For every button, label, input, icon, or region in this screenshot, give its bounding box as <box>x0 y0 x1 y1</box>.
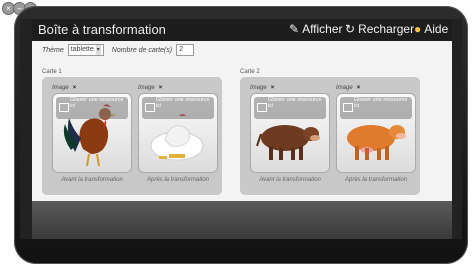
cards-count-input[interactable]: 2 <box>176 44 195 56</box>
drop-hint: Glisser une ressource ici <box>142 97 214 119</box>
drop-hint-text: Glisser une ressource ici <box>268 97 322 109</box>
frame-right <box>452 19 462 239</box>
slot-label: Image <box>138 85 155 91</box>
drop-hint: Glisser une ressource ici <box>340 97 412 119</box>
chevron-down-icon: ▾ <box>95 45 101 55</box>
frame-left <box>20 19 32 239</box>
window-title: Boîte à transformation <box>38 22 166 37</box>
slot-label: Image <box>336 85 353 91</box>
card-1-before-slot: Image × Glisser une ressource ici Avant … <box>52 85 132 183</box>
theme-value: tablette <box>70 46 94 53</box>
reload-button[interactable]: ↻ Recharger <box>345 22 414 36</box>
folder-icon <box>257 103 267 112</box>
slot-header: Image × <box>138 85 218 91</box>
main-panel: Thème tablette ▾ Nombre de carte(s) 2 Ca… <box>32 41 452 201</box>
card-2-title: Carte 2 <box>240 69 260 75</box>
image-dropzone[interactable]: Glisser une ressource ici <box>250 93 330 173</box>
slot-header: Image × <box>336 85 416 91</box>
reload-icon: ↻ <box>345 22 356 36</box>
slot-caption: Avant la transformation <box>61 177 123 183</box>
slot-label: Image <box>250 85 267 91</box>
theme-select[interactable]: tablette ▾ <box>67 44 104 56</box>
slot-header: Image × <box>250 85 330 91</box>
drop-hint-text: Glisser une ressource ici <box>156 97 210 109</box>
slot-header: Image × <box>52 85 132 91</box>
slot-caption: Avant la transformation <box>259 177 321 183</box>
card-2-before-slot: Image × Glisser une ressource ici Avant … <box>250 85 330 183</box>
show-button[interactable]: ✎ Afficher <box>289 22 343 36</box>
folder-icon <box>145 103 155 112</box>
drop-hint-text: Glisser une ressource ici <box>70 97 124 109</box>
folder-icon <box>59 103 69 112</box>
bottom-bar <box>32 201 452 239</box>
image-dropzone[interactable]: Glisser une ressource ici <box>336 93 416 173</box>
remove-image-icon[interactable]: × <box>73 85 77 91</box>
help-label: Aide <box>424 22 449 36</box>
slot-caption: Après la transformation <box>344 177 408 183</box>
help-button[interactable]: ● Aide <box>414 22 448 36</box>
reload-label: Recharger <box>358 22 415 36</box>
cards-count-label: Nombre de carte(s) <box>111 46 173 54</box>
theme-label: Thème <box>42 46 64 54</box>
drop-hint-text: Glisser une ressource ici <box>354 97 408 109</box>
image-dropzone[interactable]: Glisser une ressource ici <box>138 93 218 173</box>
lightbulb-icon: ● <box>414 22 422 36</box>
card-1: Image × Glisser une ressource ici Avant … <box>42 77 222 195</box>
pencil-icon: ✎ <box>289 22 300 36</box>
show-label: Afficher <box>302 22 343 36</box>
card-2-after-slot: Image × Glisser une ressource ici Après … <box>336 85 416 183</box>
title-bar: Boîte à transformation ✎ Afficher ↻ Rech… <box>32 19 452 41</box>
slot-label: Image <box>52 85 69 91</box>
remove-image-icon[interactable]: × <box>357 85 361 91</box>
settings-row: Thème tablette ▾ Nombre de carte(s) 2 <box>42 44 195 56</box>
remove-image-icon[interactable]: × <box>159 85 163 91</box>
drop-hint: Glisser une ressource ici <box>254 97 326 119</box>
card-1-after-slot: Image × Glisser une ressource ici Après … <box>138 85 218 183</box>
slot-caption: Après la transformation <box>146 177 210 183</box>
card-1-title: Carte 1 <box>42 69 62 75</box>
image-dropzone[interactable]: Glisser une ressource ici <box>52 93 132 173</box>
card-2: Image × Glisser une ressource ici Avant … <box>240 77 420 195</box>
remove-image-icon[interactable]: × <box>271 85 275 91</box>
folder-icon <box>343 103 353 112</box>
drop-hint: Glisser une ressource ici <box>56 97 128 119</box>
